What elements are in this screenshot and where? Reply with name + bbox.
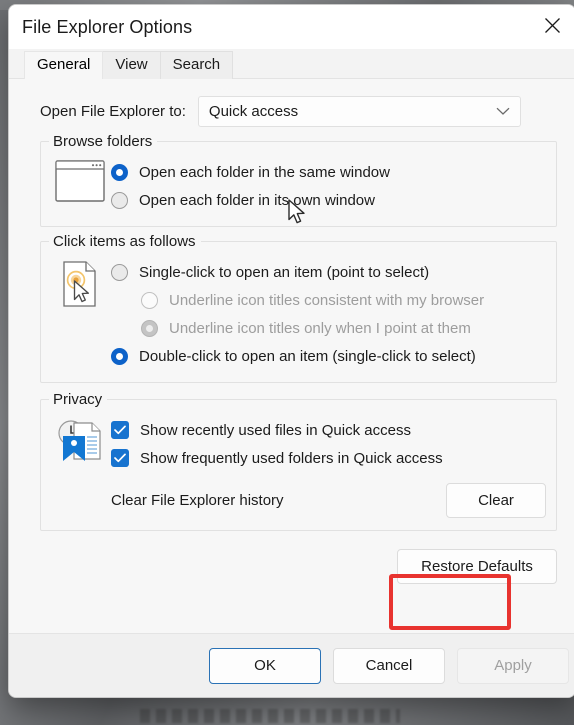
dialog-footer: OK Cancel Apply [9,633,574,697]
tab-search[interactable]: Search [159,51,234,79]
radio-indicator-unselected-disabled [141,291,158,309]
browse-folders-legend: Browse folders [49,133,158,150]
page-click-cursor-icon [49,256,111,308]
tab-general[interactable]: General [24,51,104,79]
radio-underline-point: Underline icon titles only when I point … [111,314,548,342]
recent-files-clock-icon [49,414,111,466]
radio-indicator-selected [111,163,128,181]
cancel-button[interactable]: Cancel [333,647,445,684]
radio-indicator-selected-disabled [141,319,158,337]
clear-history-label: Clear File Explorer history [111,492,284,509]
general-tab-panel: Open File Explorer to: Quick access Brow… [9,79,574,633]
click-items-group: Click items as follows Single-click to o… [40,233,557,383]
file-explorer-options-dialog: File Explorer Options General View Searc… [8,4,574,698]
close-icon[interactable] [529,5,574,45]
restore-defaults-row: Restore Defaults [21,549,563,584]
radio-indicator-selected [111,347,128,365]
privacy-options: Show recently used files in Quick access… [111,414,548,518]
radio-double-click[interactable]: Double-click to open an item (single-cli… [111,342,548,370]
browse-folders-options: Open each folder in the same window Open… [111,156,548,214]
checkbox-show-frequent-folders[interactable]: Show frequently used folders in Quick ac… [111,444,548,472]
chevron-down-icon [496,103,510,121]
radio-underline-point-label: Underline icon titles only when I point … [169,319,471,337]
window-title: File Explorer Options [22,16,193,37]
radio-underline-browser: Underline icon titles consistent with my… [111,286,548,314]
clear-history-row: Clear File Explorer history Clear [111,483,548,518]
title-bar: File Explorer Options [9,5,574,49]
ok-button[interactable]: OK [209,647,321,684]
open-file-explorer-to-value: Quick access [208,103,299,120]
checkbox-show-recent-files-label: Show recently used files in Quick access [140,421,411,439]
radio-same-window-label: Open each folder in the same window [139,163,390,181]
tab-view[interactable]: View [102,51,161,79]
radio-single-click[interactable]: Single-click to open an item (point to s… [111,258,548,286]
checkbox-show-frequent-folders-label: Show frequently used folders in Quick ac… [140,449,443,467]
checkmark-icon [111,421,129,439]
browse-folders-group: Browse folders Open each folder in the s… [40,133,557,227]
apply-button: Apply [457,647,569,684]
backdrop-taskbar-text [140,709,400,723]
open-file-explorer-to-dropdown[interactable]: Quick access [197,96,521,127]
open-file-explorer-to-row: Open File Explorer to: Quick access [21,79,563,127]
window-folder-icon [49,156,111,202]
open-file-explorer-to-label: Open File Explorer to: [40,103,186,120]
radio-single-click-label: Single-click to open an item (point to s… [139,263,430,281]
privacy-legend: Privacy [49,391,108,408]
restore-defaults-button[interactable]: Restore Defaults [397,549,557,584]
privacy-group: Privacy Show recently used files in Quic… [40,391,557,531]
click-items-options: Single-click to open an item (point to s… [111,256,548,370]
radio-own-window-label: Open each folder in its own window [139,191,375,209]
checkmark-icon [111,449,129,467]
radio-double-click-label: Double-click to open an item (single-cli… [139,347,476,365]
radio-same-window[interactable]: Open each folder in the same window [111,158,548,186]
radio-underline-browser-label: Underline icon titles consistent with my… [169,291,485,309]
radio-indicator-unselected [111,191,128,209]
tab-strip: General View Search [9,49,574,79]
checkbox-show-recent-files[interactable]: Show recently used files in Quick access [111,416,548,444]
click-items-legend: Click items as follows [49,233,201,250]
radio-own-window[interactable]: Open each folder in its own window [111,186,548,214]
radio-indicator-unselected [111,263,128,281]
clear-button[interactable]: Clear [446,483,546,518]
